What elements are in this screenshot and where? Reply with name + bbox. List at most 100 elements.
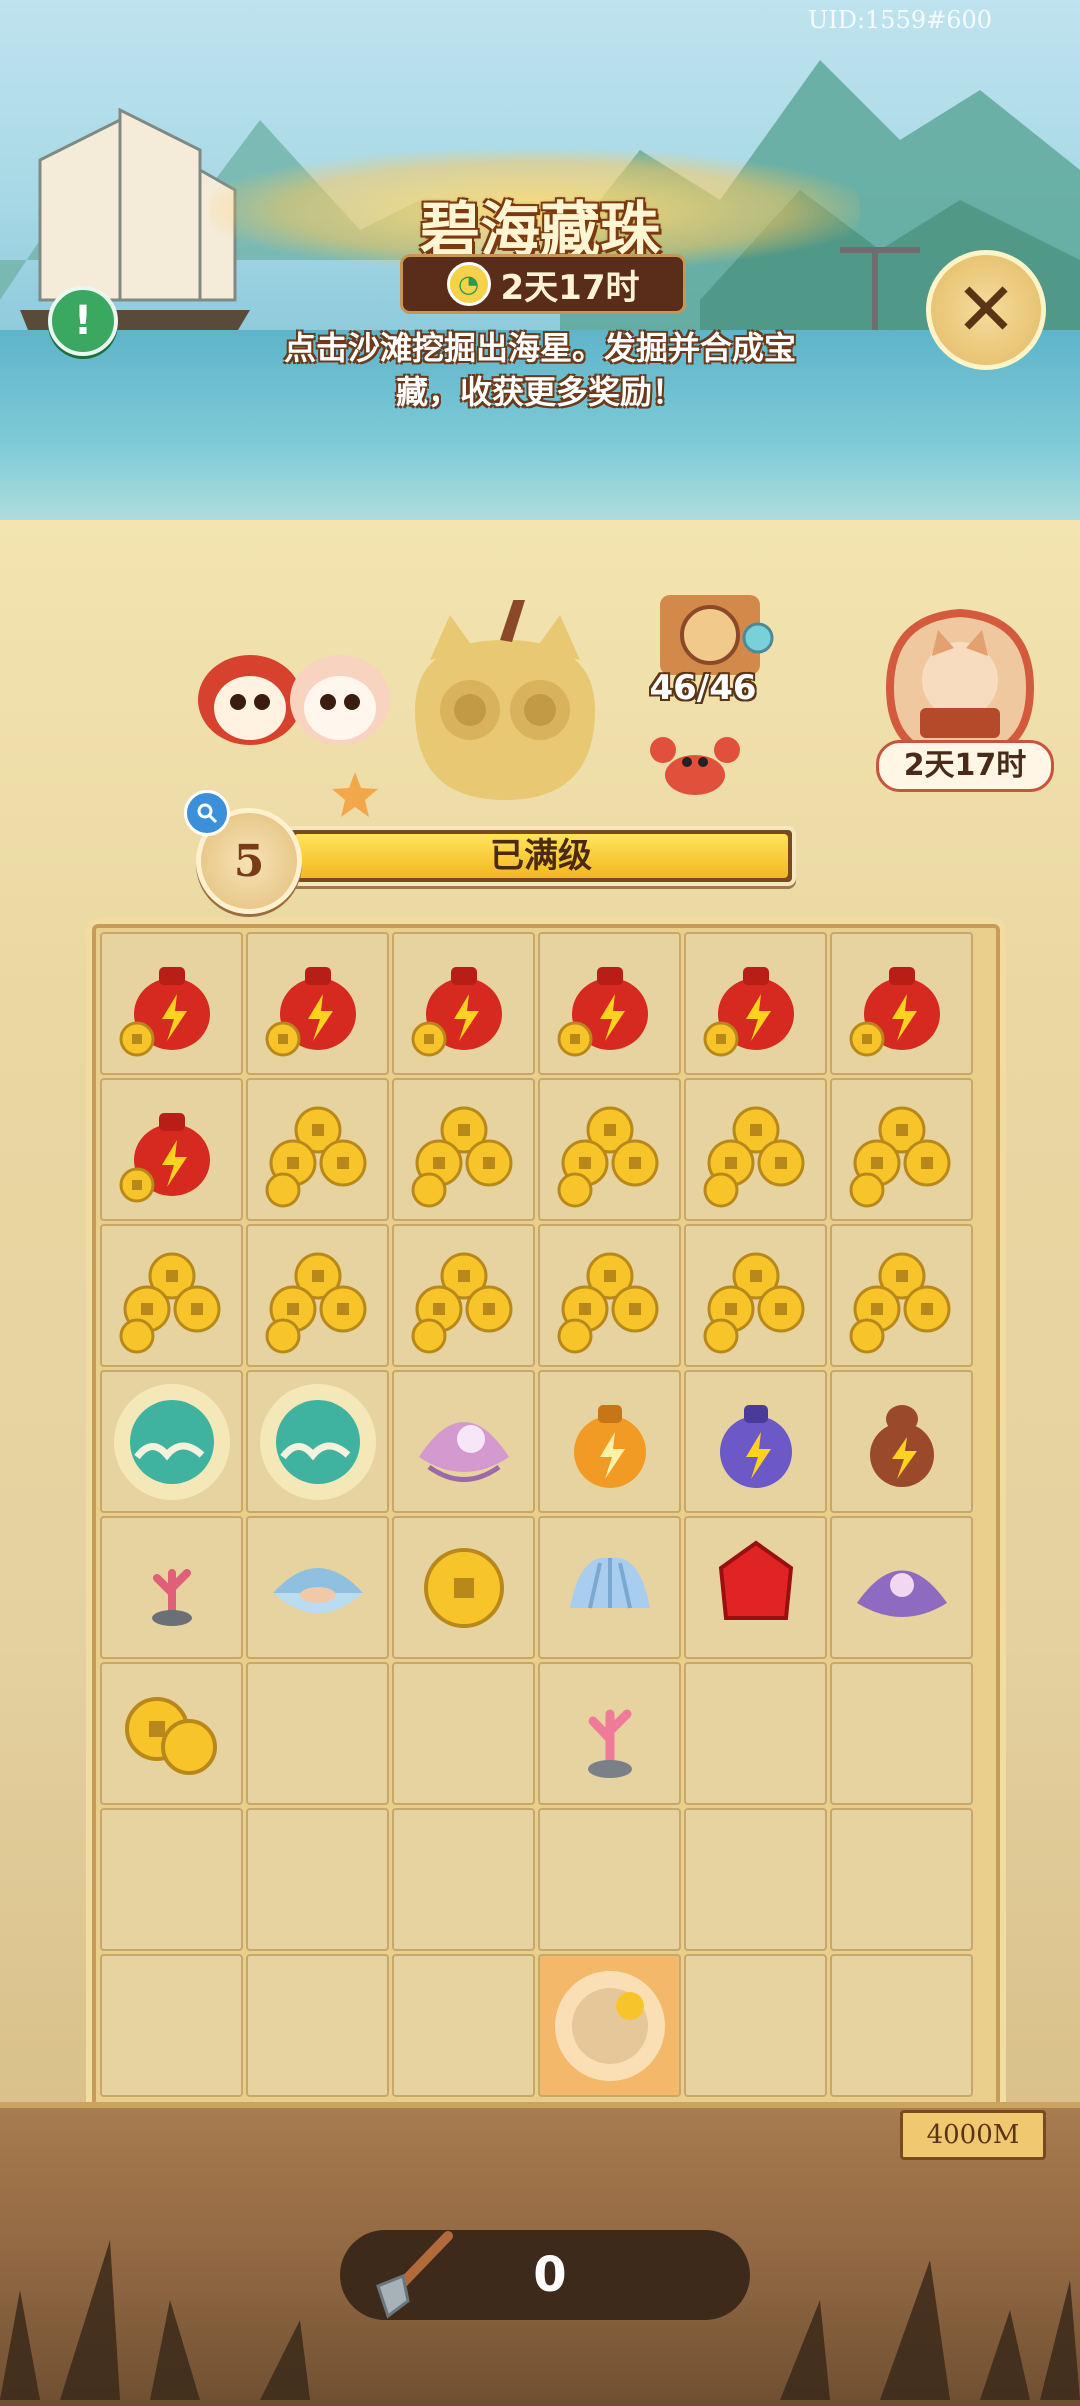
red-energy-jar-icon xyxy=(119,1112,210,1202)
board-cell[interactable] xyxy=(830,1662,973,1805)
board-cell[interactable] xyxy=(392,1370,535,1513)
board-cell[interactable] xyxy=(392,1808,535,1951)
board-cell[interactable] xyxy=(100,1078,243,1221)
board-cell[interactable] xyxy=(100,1516,243,1659)
board-cell[interactable] xyxy=(830,1808,973,1951)
board-cell[interactable] xyxy=(830,1954,973,2097)
board-cell[interactable] xyxy=(538,1516,681,1659)
treasure-bubble-icon xyxy=(554,1970,665,2081)
uid-label: UID:1559#600 xyxy=(808,6,993,34)
search-button[interactable] xyxy=(184,790,230,836)
board-cell[interactable] xyxy=(100,932,243,1075)
board-cell[interactable] xyxy=(246,1662,389,1805)
red-energy-jar-icon xyxy=(411,966,502,1056)
gold-coin-pile-icon xyxy=(849,1106,950,1207)
event-timer-text: 2天17时 xyxy=(500,267,640,308)
board-cell[interactable] xyxy=(684,1954,827,2097)
board-cell[interactable] xyxy=(392,1516,535,1659)
pink-coral-icon xyxy=(587,1709,632,1778)
blue-seashell-icon xyxy=(569,1557,650,1608)
single-gold-coin-icon xyxy=(423,1547,504,1628)
board-cell[interactable] xyxy=(684,1078,827,1221)
board-cell[interactable] xyxy=(830,1078,973,1221)
red-energy-jar-icon xyxy=(703,966,794,1056)
board-cell[interactable] xyxy=(100,1808,243,1951)
lion-cat-characters xyxy=(198,655,390,745)
red-energy-jar-icon xyxy=(849,966,940,1056)
level-status-text: 已满级 xyxy=(490,836,592,876)
board-cell[interactable] xyxy=(246,1370,389,1513)
close-icon: ✕ xyxy=(954,267,1017,353)
gold-coin-pile-icon xyxy=(703,1252,804,1353)
board-cell[interactable] xyxy=(538,1954,681,2097)
shovel-count: 0 xyxy=(533,2247,567,2303)
close-button[interactable]: ✕ xyxy=(926,250,1046,370)
starfish-icon xyxy=(332,772,378,817)
brown-energy-jar-icon xyxy=(869,1404,934,1487)
board-cell[interactable] xyxy=(392,1224,535,1367)
board-cell[interactable] xyxy=(684,1224,827,1367)
gold-coin-pile-icon xyxy=(411,1106,512,1207)
board-cell[interactable] xyxy=(684,1808,827,1951)
sand-cat-sculpture xyxy=(415,600,595,800)
event-description: 点击沙滩挖掘出海星。发掘并合成宝藏，收获更多奖励！ xyxy=(283,329,796,411)
pink-pearl-shell-icon xyxy=(418,1421,509,1482)
board-cell[interactable] xyxy=(684,1370,827,1513)
distance-counter: 4000M xyxy=(900,2110,1046,2160)
two-gold-coins-icon xyxy=(124,1696,217,1775)
board-cell[interactable] xyxy=(830,1370,973,1513)
red-energy-jar-icon xyxy=(265,966,356,1056)
gold-coin-pile-icon xyxy=(557,1252,658,1353)
gold-coin-pile-icon xyxy=(265,1252,366,1353)
board-cell[interactable] xyxy=(830,932,973,1075)
board-cell[interactable] xyxy=(538,1808,681,1951)
board-cell[interactable] xyxy=(246,1078,389,1221)
board-cell[interactable] xyxy=(538,932,681,1075)
gold-coin-pile-icon xyxy=(849,1252,950,1353)
crab-icon xyxy=(650,737,740,795)
exclamation-icon: ! xyxy=(73,298,93,344)
board-cell[interactable] xyxy=(100,1370,243,1513)
board-cell[interactable] xyxy=(392,1954,535,2097)
orange-energy-jar-icon xyxy=(573,1404,646,1488)
merge-board-grid xyxy=(100,932,980,2102)
board-cell[interactable] xyxy=(392,1662,535,1805)
board-cell[interactable] xyxy=(100,1954,243,2097)
jade-cloud-orb-icon xyxy=(259,1383,376,1500)
board-cell[interactable] xyxy=(100,1662,243,1805)
board-cell[interactable] xyxy=(538,1662,681,1805)
board-cell[interactable] xyxy=(246,1808,389,1951)
board-cell[interactable] xyxy=(830,1224,973,1367)
board-cell[interactable] xyxy=(246,1954,389,2097)
clam-shell-icon xyxy=(272,1567,363,1613)
purple-energy-jar-icon xyxy=(719,1404,792,1488)
board-cell[interactable] xyxy=(684,1662,827,1805)
gold-coin-pile-icon xyxy=(265,1106,366,1207)
gold-coin-pile-icon xyxy=(119,1252,220,1353)
event-timer-pill: ◔ 2天17时 xyxy=(400,254,686,314)
board-cell[interactable] xyxy=(684,932,827,1075)
board-cell[interactable] xyxy=(392,932,535,1075)
small-coral-icon xyxy=(151,1568,192,1626)
board-cell[interactable] xyxy=(538,1078,681,1221)
board-cell[interactable] xyxy=(100,1224,243,1367)
board-cell[interactable] xyxy=(538,1370,681,1513)
board-cell[interactable] xyxy=(392,1078,535,1221)
level-number: 5 xyxy=(233,835,265,887)
board-cell[interactable] xyxy=(830,1516,973,1659)
magnifier-icon xyxy=(197,803,218,824)
red-energy-jar-icon xyxy=(557,966,648,1056)
clock-icon: ◔ xyxy=(446,262,491,306)
board-cell[interactable] xyxy=(538,1224,681,1367)
board-cell[interactable] xyxy=(246,932,389,1075)
red-gem-icon xyxy=(718,1540,793,1620)
side-event-timer: 2天17时 xyxy=(876,740,1054,792)
board-cell[interactable] xyxy=(246,1516,389,1659)
board-cell[interactable] xyxy=(246,1224,389,1367)
board-cell[interactable] xyxy=(684,1516,827,1659)
red-energy-jar-icon xyxy=(119,966,210,1056)
scroll-progress-counter: 46/46 xyxy=(649,668,757,708)
shovel-icon xyxy=(376,2231,453,2319)
info-button[interactable]: ! xyxy=(48,286,118,356)
jade-cloud-orb-icon xyxy=(113,1383,230,1500)
